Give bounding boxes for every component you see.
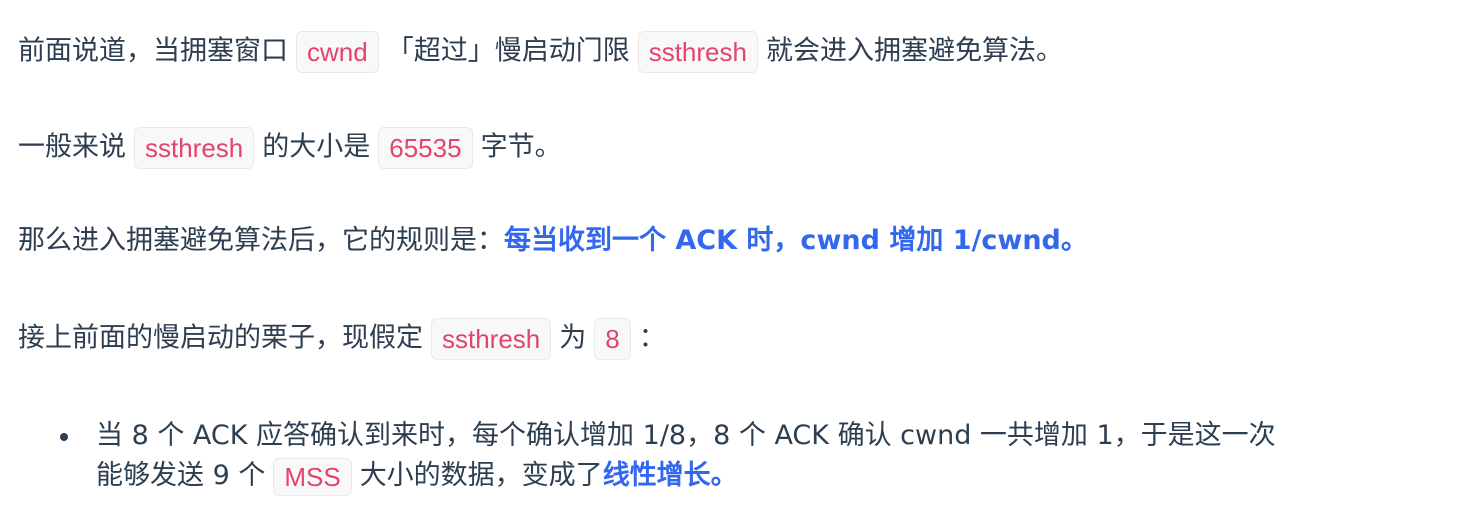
- list-item-line-1: 当 8 个 ACK 应答确认到来时，每个确认增加 1/8，8 个 ACK 确认 …: [96, 420, 1276, 451]
- p2-text-2: 的大小是: [262, 131, 371, 163]
- list-item-line-2: 能够发送 9 个 MSS 大小的数据，变成了线性增长。: [96, 456, 1440, 496]
- bullet-list: 当 8 个 ACK 应答确认到来时，每个确认增加 1/8，8 个 ACK 确认 …: [0, 416, 1440, 496]
- code-mss: MSS: [273, 457, 352, 496]
- code-ssthresh: ssthresh: [134, 127, 255, 169]
- code-8: 8: [594, 318, 631, 360]
- p4-text-1: 接上前面的慢启动的栗子，现假定: [18, 322, 423, 354]
- list-item-text-2: 大小的数据，变成了: [359, 460, 603, 491]
- p2-text-1: 一般来说: [18, 131, 126, 163]
- paragraph-congestion-avoidance-intro: 前面说道，当拥塞窗口 cwnd 「超过」慢启动门限 ssthresh 就会进入拥塞避免算…: [18, 31, 1063, 73]
- paragraph-ssthresh-size: 一般来说 ssthresh 的大小是 65535 字节。: [18, 127, 562, 169]
- rule-highlight: 每当收到一个 ACK 时，cwnd 增加 1/cwnd。: [504, 225, 1088, 256]
- p1-text-2: 「超过」慢启动门限: [386, 35, 630, 67]
- list-item-text-1: 能够发送 9 个: [96, 460, 266, 491]
- code-ssthresh: ssthresh: [637, 31, 758, 73]
- p2-text-3: 字节。: [480, 131, 562, 163]
- code-ssthresh: ssthresh: [431, 318, 552, 360]
- p3-text-1: 那么进入拥塞避免算法后，它的规则是：: [18, 225, 504, 256]
- list-item: 当 8 个 ACK 应答确认到来时，每个确认增加 1/8，8 个 ACK 确认 …: [0, 416, 1440, 496]
- code-65535: 65535: [378, 127, 473, 169]
- paragraph-rule: 那么进入拥塞避免算法后，它的规则是：每当收到一个 ACK 时，cwnd 增加 1…: [18, 223, 1088, 259]
- p1-text-3: 就会进入拥塞避免算法。: [765, 35, 1063, 67]
- p1-text-1: 前面说道，当拥塞窗口: [18, 35, 288, 67]
- linear-growth-highlight: 线性增长。: [602, 460, 738, 491]
- paragraph-example: 接上前面的慢启动的栗子，现假定 ssthresh 为 8：: [18, 318, 666, 360]
- p4-text-3: ：: [638, 322, 666, 354]
- bullet-dot-icon: [60, 433, 68, 441]
- p4-text-2: 为: [559, 322, 587, 354]
- article-content: 前面说道，当拥塞窗口 cwnd 「超过」慢启动门限 ssthresh 就会进入拥塞避免算…: [0, 0, 1462, 532]
- code-cwnd: cwnd: [296, 31, 379, 73]
